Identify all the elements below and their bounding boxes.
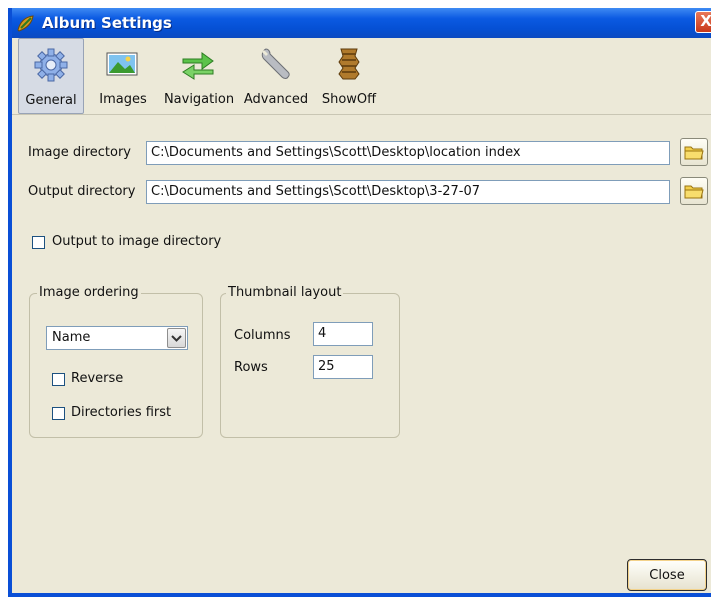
gear-icon bbox=[34, 48, 68, 82]
picture-icon bbox=[106, 52, 138, 76]
browse-output-directory-button[interactable] bbox=[680, 177, 708, 205]
directories-first-label: Directories first bbox=[71, 405, 172, 420]
wrench-icon bbox=[261, 48, 290, 79]
arrows-icon bbox=[182, 52, 214, 80]
output-to-image-directory-checkbox[interactable] bbox=[32, 236, 45, 249]
tab-advanced[interactable]: Advanced bbox=[240, 38, 312, 114]
reverse-label: Reverse bbox=[71, 371, 124, 386]
window-close-button[interactable]: X bbox=[695, 11, 711, 33]
image-ordering-select[interactable]: Name bbox=[46, 326, 188, 350]
window-title: Album Settings bbox=[42, 14, 172, 32]
image-directory-label: Image directory bbox=[28, 145, 132, 160]
reverse-checkbox[interactable] bbox=[52, 373, 65, 386]
image-ordering-legend: Image ordering bbox=[37, 285, 141, 300]
folder-icon bbox=[684, 146, 704, 160]
tab-navigation-label: Navigation bbox=[163, 92, 235, 107]
title-bar[interactable]: Album Settings X bbox=[12, 8, 711, 38]
image-ordering-selected-value: Name bbox=[52, 330, 91, 345]
folder-icon bbox=[684, 185, 704, 199]
tab-images[interactable]: Images bbox=[92, 38, 154, 114]
tab-general-label: General bbox=[25, 93, 77, 108]
tab-showoff-label: ShowOff bbox=[321, 92, 377, 107]
tab-general[interactable]: General bbox=[18, 38, 84, 114]
app-icon bbox=[17, 15, 34, 32]
tab-navigation[interactable]: Navigation bbox=[160, 38, 238, 114]
rows-label: Rows bbox=[234, 360, 268, 375]
output-directory-field[interactable]: C:\Documents and Settings\Scott\Desktop\… bbox=[146, 180, 670, 204]
chevron-down-icon bbox=[171, 335, 182, 342]
tab-images-label: Images bbox=[99, 92, 147, 107]
image-directory-field[interactable]: C:\Documents and Settings\Scott\Desktop\… bbox=[146, 141, 670, 165]
settings-toolbar: General Images Navigation Advanced ShowO… bbox=[12, 38, 711, 115]
close-icon: X bbox=[700, 12, 711, 30]
output-directory-label: Output directory bbox=[28, 184, 136, 199]
directories-first-checkbox[interactable] bbox=[52, 407, 65, 420]
tab-advanced-label: Advanced bbox=[243, 92, 309, 107]
dialog-client-area: General Images Navigation Advanced ShowO… bbox=[12, 38, 711, 593]
tab-showoff[interactable]: ShowOff bbox=[318, 38, 380, 114]
dropdown-button[interactable] bbox=[167, 328, 186, 348]
columns-field[interactable]: 4 bbox=[313, 322, 373, 346]
browse-image-directory-button[interactable] bbox=[680, 138, 708, 166]
thumbnail-layout-legend: Thumbnail layout bbox=[226, 285, 344, 300]
rows-field[interactable]: 25 bbox=[313, 355, 373, 379]
columns-label: Columns bbox=[234, 328, 291, 343]
album-settings-window: Album Settings X General Images Navigati… bbox=[8, 8, 711, 597]
output-to-image-directory-label: Output to image directory bbox=[52, 234, 222, 249]
showoff-icon bbox=[338, 48, 360, 80]
close-button[interactable]: Close bbox=[627, 559, 707, 591]
